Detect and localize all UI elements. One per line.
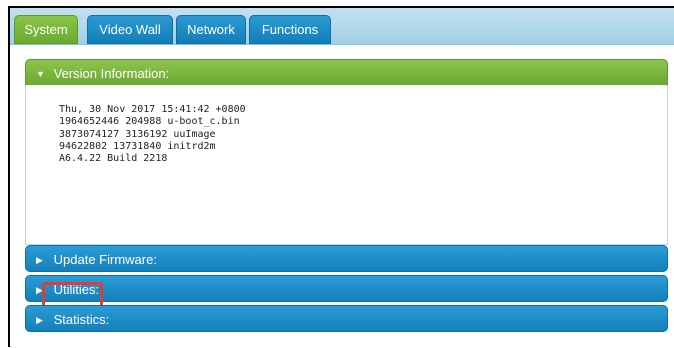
app-window: System Video Wall Network Functions ▼ Ve… (8, 6, 674, 348)
version-line: 94622802 13731840 initrd2m (59, 140, 216, 152)
statistics-title: Statistics: (53, 312, 110, 327)
update-firmware-title: Update Firmware: (53, 252, 157, 267)
triangle-right-icon: ▶ (36, 255, 43, 265)
tab-video-wall[interactable]: Video Wall (87, 15, 173, 44)
version-information-body: Thu, 30 Nov 2017 15:41:42 +0800 196465244… (25, 85, 668, 245)
statistics-header[interactable]: ▶ Statistics: (25, 305, 668, 332)
version-line: Thu, 30 Nov 2017 15:41:42 +0800 (59, 104, 246, 115)
version-information-title: Version Information: (53, 66, 170, 81)
tab-network[interactable]: Network (176, 15, 246, 44)
content-panel: ▼ Version Information: Thu, 30 Nov 2017 … (10, 44, 674, 348)
version-line: 3873074127 3136192 uuImage (59, 128, 216, 140)
version-line: 1964652446 204988 u-boot_c.bin (59, 116, 240, 128)
tab-functions[interactable]: Functions (249, 15, 331, 44)
triangle-down-icon: ▼ (36, 69, 45, 79)
tab-bar: System Video Wall Network Functions (10, 8, 674, 44)
version-information-header[interactable]: ▼ Version Information: (25, 59, 668, 86)
triangle-right-icon: ▶ (36, 315, 43, 325)
update-firmware-header[interactable]: ▶ Update Firmware: (25, 245, 668, 272)
version-line: A6.4.22 Build 2218 (59, 153, 168, 165)
utilities-header[interactable]: ▶ Utilities: (25, 275, 668, 302)
version-text: Thu, 30 Nov 2017 15:41:42 +0800 196465244… (59, 104, 246, 165)
tab-system[interactable]: System (14, 15, 78, 44)
